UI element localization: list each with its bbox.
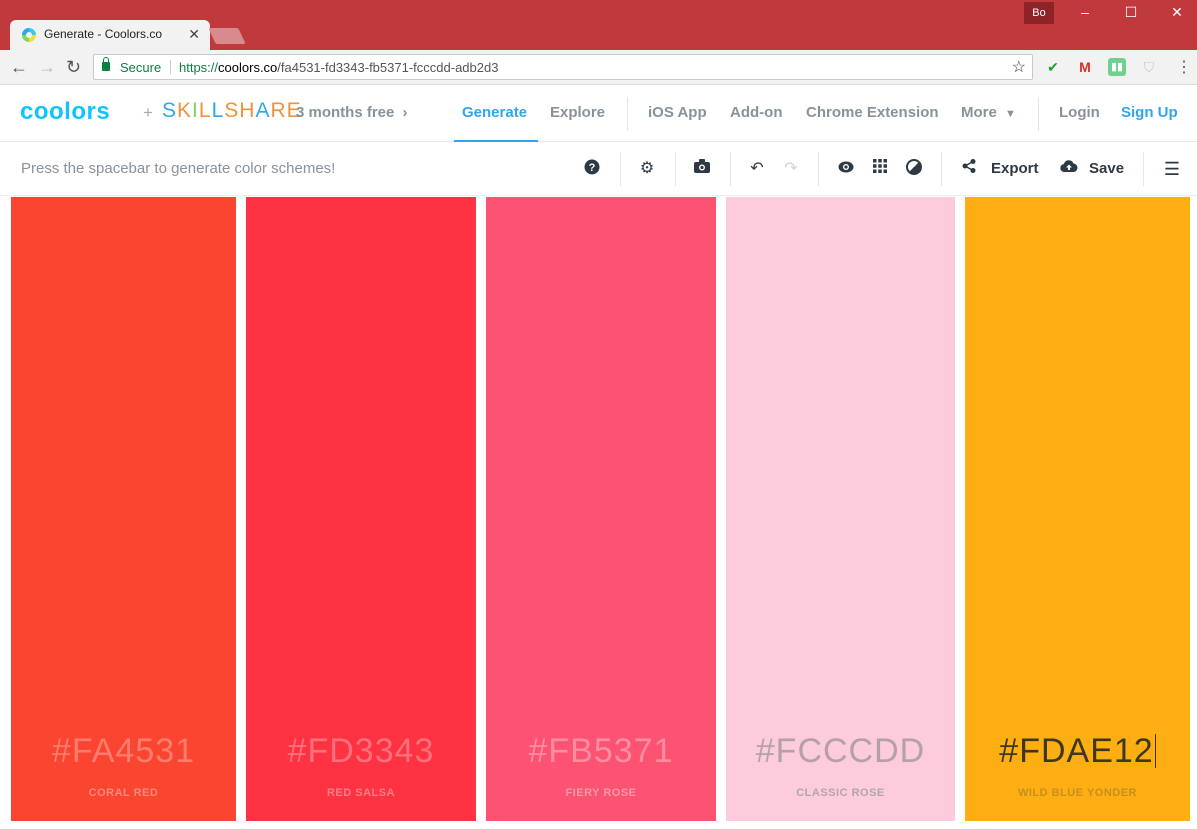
tool-divider — [941, 152, 942, 186]
close-window-icon[interactable]: ✕ — [1162, 4, 1192, 21]
share-icon[interactable] — [958, 159, 980, 179]
bookmark-star-icon[interactable]: ☆ — [1012, 57, 1026, 77]
signup-link[interactable]: Sign Up — [1121, 104, 1178, 121]
shield-icon[interactable]: ⛉ — [1140, 58, 1158, 76]
address-divider — [170, 60, 171, 74]
browser-titlebar: Generate - Coolors.co ✕ Bo – ☐ ✕ — [0, 0, 1197, 50]
swatch-name: FIERY ROSE — [565, 787, 637, 799]
promo-link[interactable]: 3 months free › — [296, 104, 408, 121]
check-icon[interactable]: ✔ — [1044, 58, 1062, 76]
new-tab-button[interactable] — [208, 28, 246, 44]
settings-icon[interactable]: ⚙ — [636, 159, 658, 179]
grid-icon[interactable] — [869, 159, 891, 179]
swatch-hex[interactable]: #FD3343 — [246, 732, 476, 771]
nav-divider — [1038, 97, 1039, 131]
login-link[interactable]: Login — [1059, 104, 1100, 121]
url-path: /fa4531-fd3343-fb5371-fcccdd-adb2d3 — [277, 60, 499, 75]
swatch-name: RED SALSA — [326, 787, 396, 799]
gmail-icon[interactable]: M — [1076, 58, 1094, 76]
tool-divider — [1143, 152, 1144, 186]
tool-divider — [730, 152, 731, 186]
nav-add-on[interactable]: Add-on — [730, 104, 782, 121]
reload-icon[interactable]: ↻ — [66, 57, 81, 77]
forward-icon[interactable]: → — [38, 57, 56, 77]
help-icon[interactable]: ? — [581, 159, 603, 181]
redo-icon[interactable]: ↷ — [780, 159, 802, 179]
swatch-hex-input[interactable]: #FDAE12 — [965, 732, 1190, 771]
camera-icon[interactable] — [691, 159, 713, 179]
maximize-icon[interactable]: ☐ — [1116, 4, 1146, 21]
tool-divider — [675, 152, 676, 186]
swatch-name: CLASSIC ROSE — [796, 787, 885, 799]
text-cursor — [1154, 734, 1156, 768]
swatch-hex[interactable]: #FCCCDD — [726, 732, 955, 771]
swatch-hex[interactable]: #FA4531 — [11, 732, 236, 771]
spacebar-hint: Press the spacebar to generate color sch… — [21, 160, 336, 177]
browser-tab[interactable]: Generate - Coolors.co ✕ — [10, 20, 210, 50]
svg-text:?: ? — [589, 162, 596, 174]
nav-divider — [627, 97, 628, 131]
color-swatch[interactable]: #FB5371 FIERY ROSE — [486, 197, 716, 821]
color-swatch[interactable]: #FCCCDD CLASSIC ROSE — [726, 197, 955, 821]
view-icon[interactable] — [835, 159, 857, 179]
nav-chrome-extension[interactable]: Chrome Extension — [806, 104, 939, 121]
site-header: coolors + SKILLSHARE 3 months free › Gen… — [0, 85, 1197, 142]
url-host: coolors.co — [218, 60, 278, 75]
address-bar[interactable]: Secure https://coolors.co/fa4531-fd3343-… — [93, 54, 1033, 80]
tool-divider — [620, 152, 621, 186]
audio-icon[interactable]: ▮▮ — [1108, 58, 1126, 76]
tab-close-icon[interactable]: ✕ — [188, 26, 200, 42]
export-button[interactable]: Export — [991, 160, 1039, 177]
nav-ios-app[interactable]: iOS App — [648, 104, 707, 121]
skillshare-logo[interactable]: SKILLSHARE — [162, 99, 302, 123]
chevron-right-icon: › — [402, 104, 408, 121]
color-swatch[interactable]: #FA4531 CORAL RED — [11, 197, 236, 821]
profile-badge[interactable]: Bo — [1024, 2, 1054, 24]
nav-more[interactable]: More ▼ — [961, 104, 1016, 121]
swatch-name: WILD BLUE YONDER — [1017, 787, 1138, 799]
plus-sign: + — [143, 103, 153, 122]
url-scheme: https:// — [179, 60, 219, 75]
menu-icon[interactable]: ☰ — [1161, 159, 1183, 179]
back-icon[interactable]: ← — [10, 57, 28, 77]
coolors-logo[interactable]: coolors — [20, 98, 110, 126]
promo-label: 3 months free — [296, 104, 395, 121]
nav-explore[interactable]: Explore — [550, 104, 605, 121]
tool-divider — [818, 152, 819, 186]
cloud-upload-icon[interactable] — [1058, 159, 1080, 179]
minimize-icon[interactable]: – — [1070, 4, 1100, 20]
swatch-hex[interactable]: #FB5371 — [486, 732, 716, 771]
tab-title: Generate - Coolors.co — [44, 27, 163, 41]
swatch-hex-text: #FDAE12 — [999, 732, 1154, 770]
color-swatch[interactable]: #FD3343 RED SALSA — [246, 197, 476, 821]
undo-icon[interactable]: ↶ — [746, 159, 768, 179]
coolors-favicon-icon — [22, 28, 36, 42]
color-swatch[interactable]: #FDAE12 WILD BLUE YONDER — [965, 197, 1190, 821]
secure-label: Secure — [120, 60, 162, 75]
nav-generate[interactable]: Generate — [462, 104, 527, 121]
generator-toolbar: Press the spacebar to generate color sch… — [0, 142, 1197, 196]
chevron-down-icon: ▼ — [1005, 108, 1016, 120]
url-text[interactable]: https://coolors.co/fa4531-fd3343-fb5371-… — [179, 60, 498, 75]
nav-more-label: More — [961, 104, 997, 121]
swatch-name: CORAL RED — [88, 787, 159, 799]
browser-toolbar: ← → ↻ Secure https://coolors.co/fa4531-f… — [0, 50, 1197, 85]
contrast-icon[interactable] — [903, 159, 925, 181]
browser-menu-icon[interactable]: ⋮ — [1176, 57, 1192, 77]
lock-icon — [102, 57, 110, 71]
save-button[interactable]: Save — [1089, 160, 1124, 177]
